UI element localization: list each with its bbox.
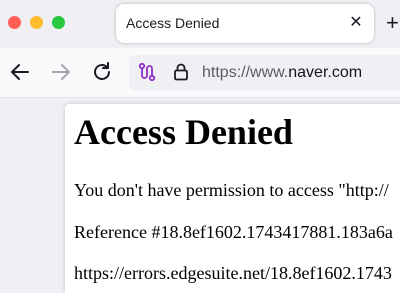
new-tab-button[interactable]: + (386, 10, 399, 36)
permission-message: You don't have permission to access "htt… (74, 180, 389, 200)
title-bar: Access Denied ✕ + (0, 0, 400, 48)
reload-icon[interactable] (90, 60, 114, 84)
error-page: Access Denied You don't have permission … (65, 104, 400, 293)
page-heading: Access Denied (74, 112, 293, 152)
url-prefix: https://www. (202, 64, 289, 81)
url-host: naver.com (288, 64, 363, 81)
arrow-left-icon[interactable] (8, 60, 32, 84)
error-url-link[interactable]: https://errors.edgesuite.net/18.8ef1602.… (74, 263, 392, 284)
address-bar[interactable]: https://www.naver.com (129, 55, 400, 90)
window-close-button[interactable] (8, 16, 21, 29)
tab-access-denied[interactable]: Access Denied ✕ (116, 4, 374, 43)
tab-close-icon[interactable]: ✕ (346, 13, 366, 33)
window-minimize-button[interactable] (30, 16, 43, 29)
tab-title: Access Denied (126, 15, 220, 31)
url-text: https://www.naver.com (202, 64, 362, 82)
window-maximize-button[interactable] (52, 16, 65, 29)
reference-text: Reference #18.8ef1602.1743417881.183a6a (74, 222, 393, 242)
lock-icon[interactable] (171, 62, 191, 82)
arrow-right-icon[interactable] (49, 60, 73, 84)
extension-icon[interactable] (137, 62, 157, 82)
navigation-toolbar: https://www.naver.com (0, 48, 400, 98)
